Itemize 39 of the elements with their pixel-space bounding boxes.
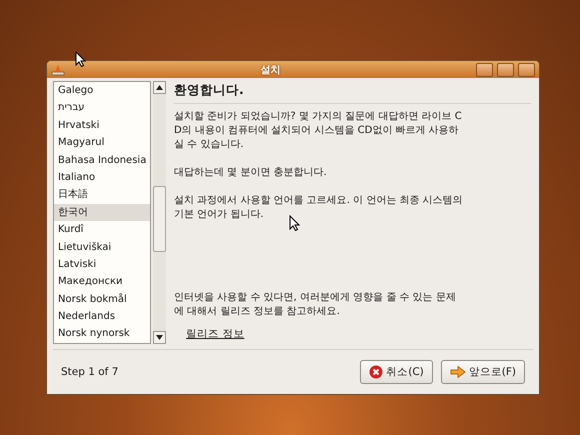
language-item[interactable]: Galego — [54, 82, 150, 100]
scroll-up-button[interactable] — [153, 81, 166, 94]
welcome-heading: 환영합니다. — [174, 81, 531, 104]
release-notes-paragraph: 인터넷을 사용할 수 있다면, 여러분에게 영향을 줄 수 있는 문제에 대해서 릴리즈 정보를 참고하세요. — [174, 291, 457, 319]
scrollbar-thumb[interactable] — [153, 186, 166, 252]
release-notes-link[interactable]: 릴리즈 정보 — [186, 327, 244, 341]
language-item[interactable]: Hrvatski — [54, 116, 150, 134]
language-item[interactable]: 日本語 — [54, 186, 150, 204]
mouse-pointer-icon — [289, 215, 300, 231]
up-triangle-icon — [156, 85, 163, 90]
language-item[interactable]: Norsk nynorsk — [54, 325, 150, 343]
arrow-right-icon — [450, 366, 466, 378]
intro-paragraph: 설치할 준비가 되었습니까? 몇 가지의 질문에 대답하면 라이브 CD의 내용이 컴퓨터에 설치되어 시스템을 CD없이 빠르게 사용하실 수 있습니다. — [174, 110, 463, 152]
language-item[interactable]: Lietuviškai — [54, 238, 150, 256]
window-title: 설치 — [260, 64, 282, 76]
language-item[interactable]: 한국어 — [54, 204, 150, 222]
step-indicator: Step 1 of 7 — [61, 366, 120, 378]
forward-button[interactable]: 앞으로(F) — [440, 360, 525, 384]
mouse-pointer-icon — [75, 51, 86, 67]
language-item[interactable]: עברית — [54, 99, 150, 117]
cancel-button[interactable]: 취소(C) — [360, 360, 433, 384]
language-item[interactable]: Italiano — [54, 168, 150, 186]
intro-paragraph: 대답하는데 몇 분이면 충분합니다. — [174, 166, 328, 180]
language-item[interactable]: Magyarul — [54, 134, 150, 152]
minimize-button[interactable] — [476, 62, 493, 76]
language-item[interactable]: Nederlands — [54, 308, 150, 326]
cancel-icon — [369, 365, 384, 379]
language-item[interactable]: Norsk bokmål — [54, 290, 150, 308]
down-triangle-icon — [156, 335, 163, 340]
intro-paragraph: 설치 과정에서 사용할 언어를 고르세요. 이 언어는 최종 시스템의 기본 언어가 됩니다. — [174, 194, 464, 222]
close-button[interactable] — [518, 62, 535, 76]
language-item[interactable]: Македонски — [54, 273, 150, 291]
language-item[interactable]: Kurdî — [54, 221, 150, 239]
maximize-button[interactable] — [497, 62, 514, 76]
language-item[interactable]: Latviski — [54, 256, 150, 274]
language-item[interactable]: Bahasa Indonesia — [54, 152, 150, 169]
installer-app-icon — [51, 64, 65, 76]
scroll-down-button[interactable] — [153, 331, 166, 344]
scrollbar[interactable] — [153, 81, 166, 344]
